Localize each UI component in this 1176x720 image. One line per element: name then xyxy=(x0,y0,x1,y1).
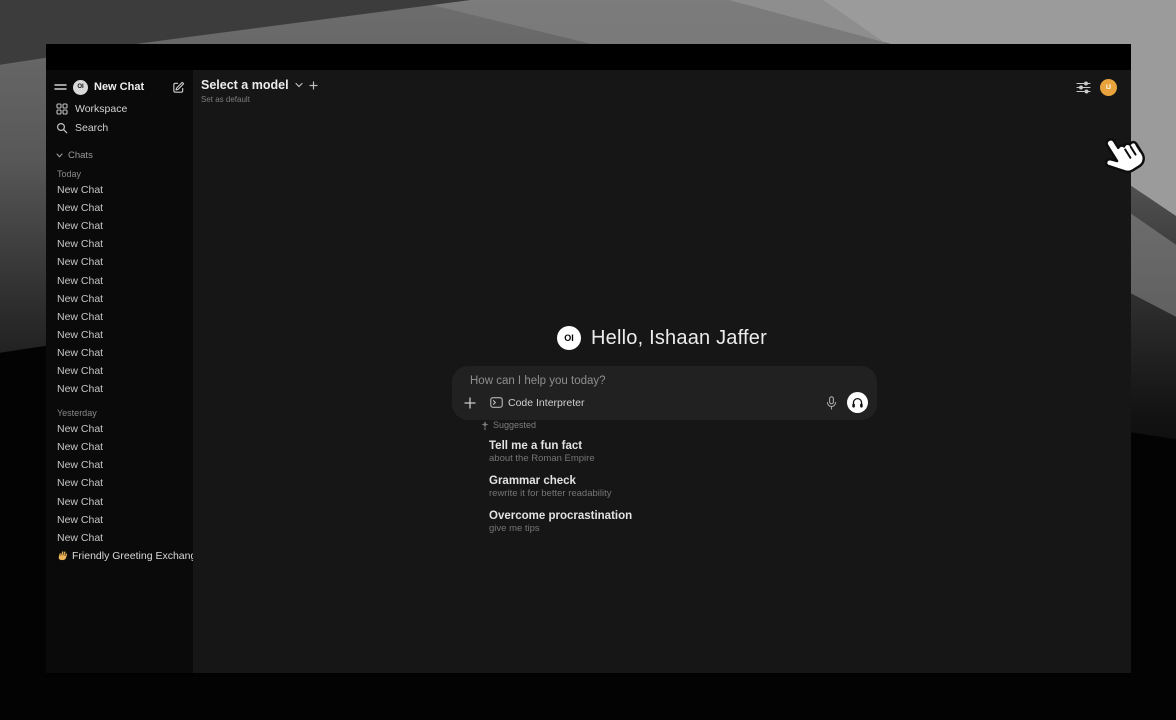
sidebar-item-search[interactable]: Search xyxy=(54,118,185,137)
user-avatar[interactable]: IJ xyxy=(1100,79,1117,96)
chat-list-item[interactable]: New Chat xyxy=(54,511,185,529)
microphone-icon[interactable] xyxy=(826,396,837,410)
suggestion-subtitle: about the Roman Empire xyxy=(489,453,632,465)
chat-list-item[interactable]: New Chat xyxy=(54,290,185,308)
suggestion-title: Tell me a fun fact xyxy=(489,439,632,453)
chat-list-item[interactable]: New Chat xyxy=(54,420,185,438)
sparkle-icon xyxy=(481,421,489,430)
suggestion-list: Tell me a fun fact about the Roman Empir… xyxy=(481,439,632,535)
chat-list-item[interactable]: New Chat xyxy=(54,438,185,456)
chat-list-item-named[interactable]: Friendly Greeting Exchange xyxy=(54,547,185,565)
chat-list-item[interactable]: New Chat xyxy=(54,308,185,326)
suggested-section: Suggested Tell me a fun fact about the R… xyxy=(481,420,632,544)
suggestion-item[interactable]: Overcome procrastination give me tips xyxy=(489,509,632,535)
chat-list-item[interactable]: New Chat xyxy=(54,474,185,492)
message-input-box[interactable]: How can I help you today? Code Interpret… xyxy=(452,366,877,420)
greeting-text: Hello, Ishaan Jaffer xyxy=(591,327,767,350)
suggestion-subtitle: give me tips xyxy=(489,523,632,535)
sidebar: OI New Chat Workspace Search xyxy=(46,70,193,673)
suggestion-item[interactable]: Grammar check rewrite it for better read… xyxy=(489,474,632,500)
chat-list-item[interactable]: New Chat xyxy=(54,493,185,511)
chats-section-header[interactable]: Chats xyxy=(54,148,185,163)
code-interpreter-label: Code Interpreter xyxy=(508,397,584,409)
message-input-placeholder: How can I help you today? xyxy=(464,375,865,387)
chat-list-item[interactable]: New Chat xyxy=(54,326,185,344)
app-logo: OI xyxy=(557,326,581,350)
chat-list-item[interactable]: New Chat xyxy=(54,456,185,474)
sidebar-toggle-icon[interactable] xyxy=(54,82,67,92)
suggestion-title: Overcome procrastination xyxy=(489,509,632,523)
chevron-down-icon xyxy=(56,153,63,158)
named-chat-label: Friendly Greeting Exchange xyxy=(72,550,202,562)
waving-hand-icon xyxy=(57,550,68,561)
chat-list-item[interactable]: New Chat xyxy=(54,380,185,398)
add-model-icon[interactable] xyxy=(309,81,318,90)
suggested-label: Suggested xyxy=(493,420,536,430)
brand-logo: OI xyxy=(73,80,88,95)
model-selector[interactable]: Select a model xyxy=(201,78,318,92)
chevron-down-icon xyxy=(295,82,303,88)
chat-list-item[interactable]: New Chat xyxy=(54,529,185,547)
voice-call-button[interactable] xyxy=(847,392,868,413)
section-label-today: Today xyxy=(54,167,185,181)
workspace-grid-icon xyxy=(56,103,68,115)
main-area: Select a model Set as default IJ OI xyxy=(193,70,1131,673)
terminal-icon xyxy=(490,397,503,408)
chat-list-item[interactable]: New Chat xyxy=(54,217,185,235)
chat-list-item[interactable]: New Chat xyxy=(54,271,185,289)
chat-list-item[interactable]: New Chat xyxy=(54,344,185,362)
suggestion-title: Grammar check xyxy=(489,474,632,488)
chat-list-item[interactable]: New Chat xyxy=(54,253,185,271)
sidebar-title: New Chat xyxy=(94,81,166,93)
attach-plus-icon[interactable] xyxy=(464,397,476,409)
window-top-strip xyxy=(46,44,1131,70)
search-icon xyxy=(56,122,68,134)
new-chat-icon[interactable] xyxy=(172,81,185,94)
model-selector-label: Select a model xyxy=(201,78,289,92)
suggestion-item[interactable]: Tell me a fun fact about the Roman Empir… xyxy=(489,439,632,465)
search-label: Search xyxy=(75,122,108,134)
chat-list-item[interactable]: New Chat xyxy=(54,235,185,253)
chat-list-item[interactable]: New Chat xyxy=(54,181,185,199)
chats-header-label: Chats xyxy=(68,150,93,161)
sidebar-item-workspace[interactable]: Workspace xyxy=(54,99,185,118)
chat-list-item[interactable]: New Chat xyxy=(54,362,185,380)
chat-list-today: New ChatNew ChatNew ChatNew ChatNew Chat… xyxy=(54,181,185,398)
workspace-label: Workspace xyxy=(75,103,127,115)
suggestion-subtitle: rewrite it for better readability xyxy=(489,488,632,500)
chat-list-yesterday: New ChatNew ChatNew ChatNew ChatNew Chat… xyxy=(54,420,185,547)
chat-list-item[interactable]: New Chat xyxy=(54,199,185,217)
headphones-icon xyxy=(851,397,864,409)
section-label-yesterday: Yesterday xyxy=(54,406,185,420)
code-interpreter-toggle[interactable]: Code Interpreter xyxy=(490,397,584,409)
app-window: OI New Chat Workspace Search xyxy=(46,44,1131,673)
set-default-link[interactable]: Set as default xyxy=(201,95,318,104)
settings-sliders-icon[interactable] xyxy=(1076,81,1091,94)
greeting-block: OI Hello, Ishaan Jaffer xyxy=(193,326,1131,350)
